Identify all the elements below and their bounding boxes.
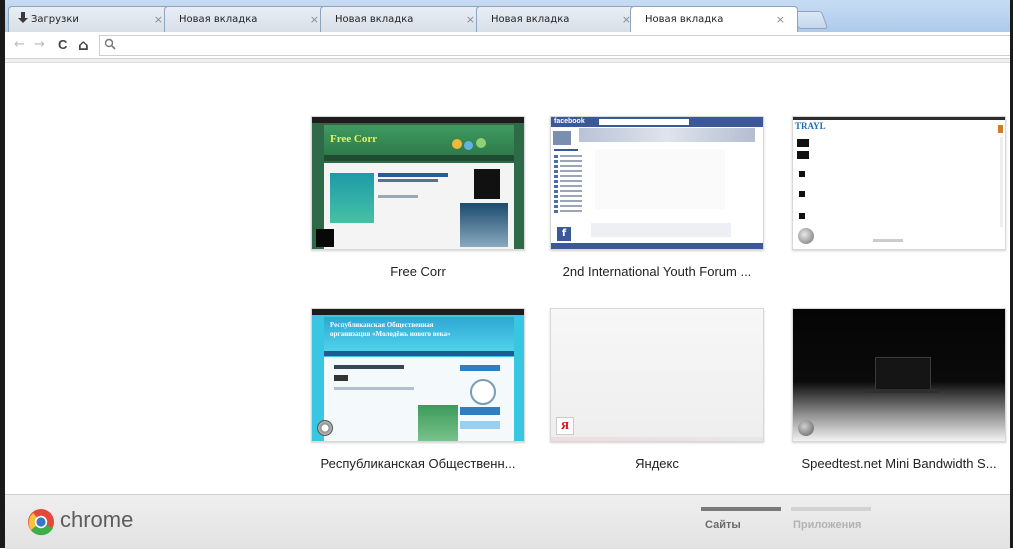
tab-new-1[interactable]: Новая вкладка × [164, 6, 332, 32]
close-icon[interactable]: × [154, 13, 163, 26]
download-icon [18, 12, 28, 23]
tab-title: Новая вкладка [335, 14, 414, 25]
thumb-heading: Республиканская Общественная организация… [330, 321, 451, 338]
tile-title: Республиканская Общественн... [320, 456, 516, 471]
window-frame-left [0, 0, 5, 548]
tile-trayl[interactable]: TRAYL [792, 116, 1006, 250]
thumbnail [792, 308, 1006, 442]
facebook-icon: f [557, 227, 571, 241]
globe-icon [798, 228, 814, 244]
thumbnail: Республиканская Общественная организация… [311, 308, 525, 442]
tab-new-3[interactable]: Новая вкладка × [476, 6, 644, 32]
tile-title: 2nd International Youth Forum ... [562, 264, 752, 279]
thumb-heading: TRAYL [795, 121, 826, 131]
omnibox-input[interactable] [122, 37, 996, 54]
ntp-footer: chrome Сайты Приложения [5, 494, 1010, 549]
toolbar-divider [5, 59, 1010, 63]
chrome-logo-icon [28, 509, 54, 536]
pager-bar-sites [701, 507, 781, 511]
tile-republic-org[interactable]: Республиканская Общественная организация… [311, 308, 525, 471]
tile-facebook[interactable]: facebook f 2nd International Youth Forum… [550, 116, 764, 279]
pager-bar-apps [791, 507, 871, 511]
tile-title: Яндекс [635, 456, 679, 471]
thumbnail: TRAYL [792, 116, 1006, 250]
tab-apps[interactable]: Приложения [793, 519, 861, 531]
tile-free-corr[interactable]: Free Corr Free Corr [311, 116, 525, 279]
org-logo-icon [317, 420, 333, 436]
tile-speedtest[interactable]: Speedtest.net Mini Bandwidth S... [792, 308, 1006, 471]
globe-icon [798, 420, 814, 436]
yandex-icon: Я [556, 417, 574, 435]
thumb-heading: Free Corr [330, 133, 378, 145]
tile-title: Speedtest.net Mini Bandwidth S... [801, 456, 997, 471]
close-icon[interactable]: × [310, 13, 319, 26]
close-icon[interactable]: × [466, 13, 475, 26]
thumbnail: Я [550, 308, 764, 442]
tab-title: Новая вкладка [645, 14, 724, 25]
tab-title: Новая вкладка [491, 14, 570, 25]
tile-yandex[interactable]: Я Яндекс [550, 308, 764, 471]
thumbnail: facebook f [550, 116, 764, 250]
tab-new-2[interactable]: Новая вкладка × [320, 6, 488, 32]
close-icon[interactable]: × [776, 13, 785, 26]
tile-title: Free Corr [390, 264, 446, 279]
toolbar: ← → C ⌂ [5, 32, 1010, 59]
chrome-wordmark: chrome [60, 507, 134, 532]
tab-downloads[interactable]: Загрузки × [8, 6, 176, 32]
back-button[interactable]: ← [14, 37, 25, 53]
tab-strip: Загрузки × Новая вкладка × Новая вкладка… [5, 0, 1010, 32]
search-icon [104, 38, 116, 50]
tab-sites[interactable]: Сайты [705, 519, 741, 531]
home-button[interactable]: ⌂ [78, 37, 89, 53]
reload-button[interactable]: C [58, 37, 67, 53]
tab-new-active[interactable]: Новая вкладка × [630, 6, 798, 32]
omnibox[interactable] [99, 35, 1010, 56]
tab-title: Новая вкладка [179, 14, 258, 25]
thumb-heading: facebook [554, 118, 585, 125]
forward-button[interactable]: → [34, 37, 45, 53]
thumbnail: Free Corr [311, 116, 525, 250]
